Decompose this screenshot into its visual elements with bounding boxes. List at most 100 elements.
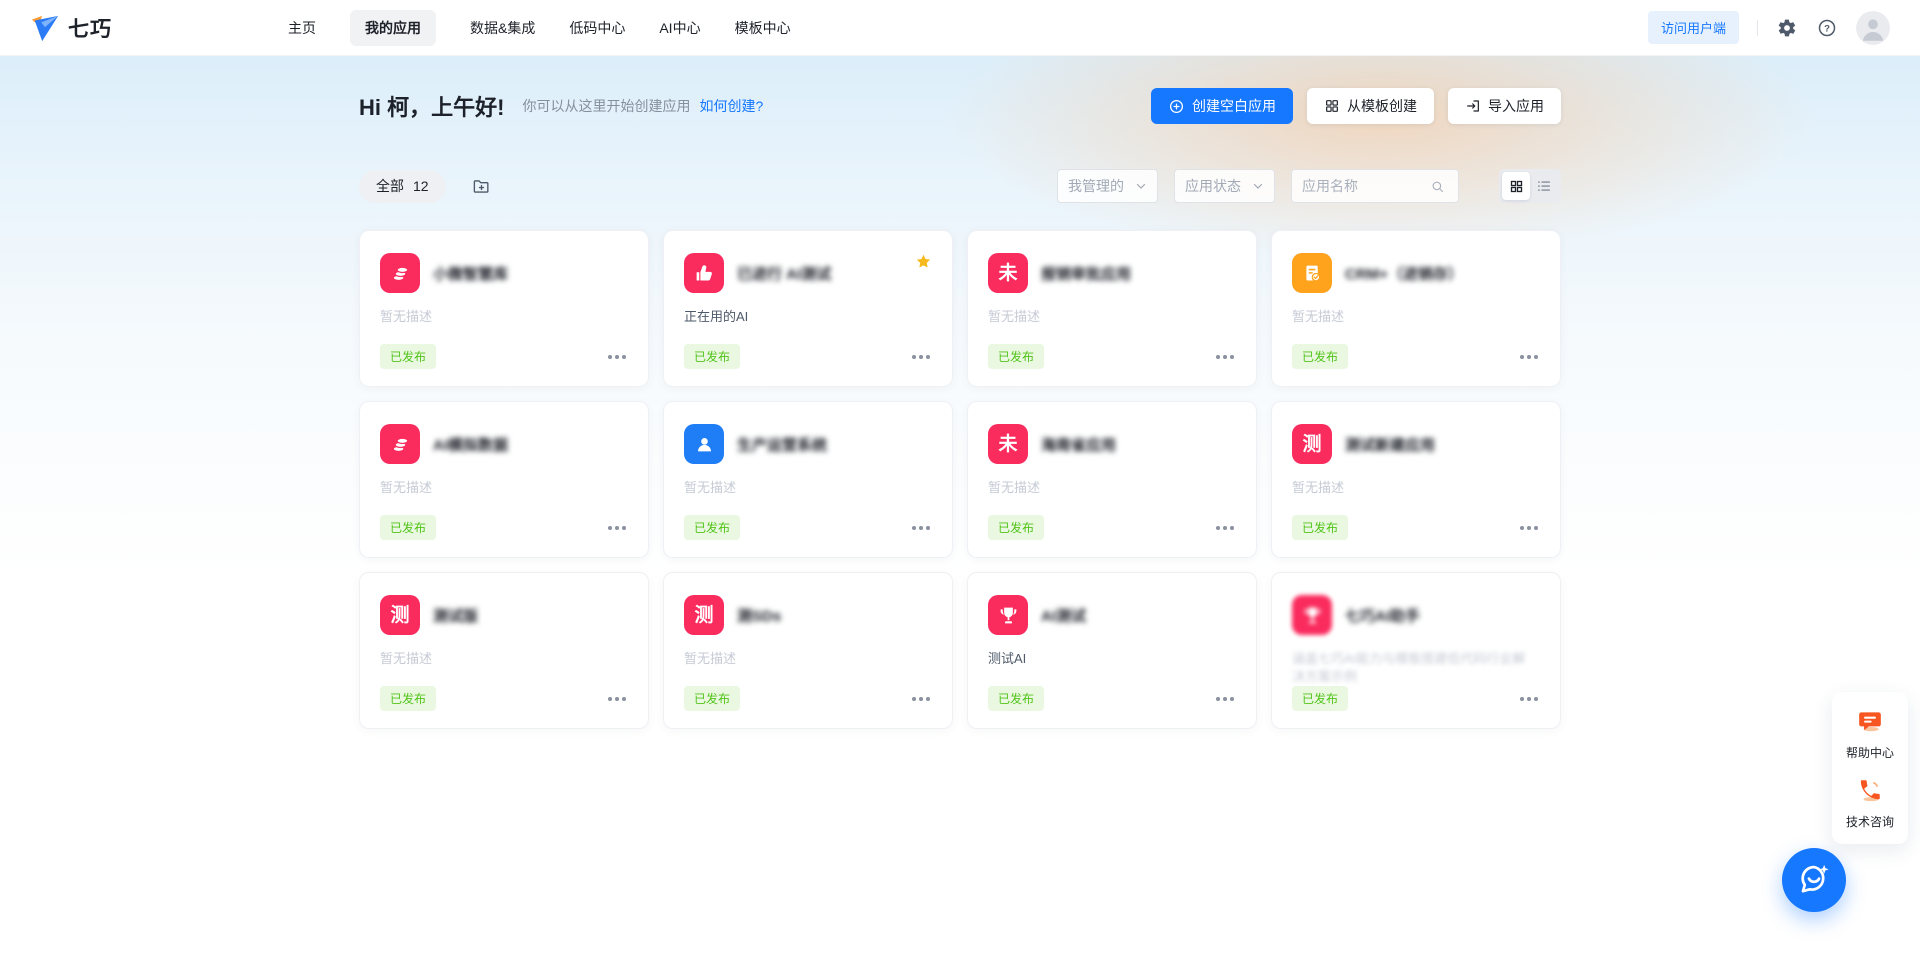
main-nav: 主页我的应用数据&集成低码中心 AI中心模板中心 xyxy=(288,10,791,46)
tech-support-item[interactable]: 技术咨询 xyxy=(1838,777,1902,830)
help-question-icon[interactable]: ? xyxy=(1816,17,1838,39)
app-card-3[interactable]: CRM+（进销存） 暂无描述 已发布 xyxy=(1271,230,1561,387)
grid-view-button[interactable] xyxy=(1502,172,1530,200)
chevron-down-icon xyxy=(1135,180,1147,192)
card-more-button[interactable] xyxy=(1214,522,1236,534)
coins-app-icon xyxy=(380,424,420,464)
template-grid-icon xyxy=(1324,98,1340,114)
card-more-button[interactable] xyxy=(910,693,932,705)
app-card-11[interactable]: 七巧AI助手 涵盖七巧AI能力与模板搭建低代码行业解决方案示例 已发布 xyxy=(1271,572,1561,729)
app-card-1[interactable]: 已进行 AI测试 正在用的AI 已发布 xyxy=(663,230,953,387)
create-blank-app-label: 创建空白应用 xyxy=(1192,96,1276,116)
app-title: 已进行 AI测试 xyxy=(737,263,831,284)
nav-item-3[interactable]: 低码中心 xyxy=(569,10,625,46)
help-center-label: 帮助中心 xyxy=(1838,744,1902,761)
nav-item-1[interactable]: 我的应用 xyxy=(350,10,436,46)
tab-all-apps[interactable]: 全部 12 xyxy=(359,170,446,203)
nav-item-0[interactable]: 主页 xyxy=(288,10,316,46)
nav-item-4[interactable]: AI中心 xyxy=(659,10,700,46)
card-footer: 已发布 xyxy=(380,686,628,711)
card-footer: 已发布 xyxy=(988,515,1236,540)
app-description: 暂无描述 xyxy=(988,479,1236,497)
search-input[interactable] xyxy=(1302,178,1430,194)
card-more-button[interactable] xyxy=(606,522,628,534)
user-avatar[interactable] xyxy=(1856,11,1890,45)
card-more-button[interactable] xyxy=(1214,693,1236,705)
published-status-badge: 已发布 xyxy=(380,686,436,711)
thumb-app-icon xyxy=(684,253,724,293)
greeting-title: Hi 柯，上午好! xyxy=(359,90,504,122)
card-more-button[interactable] xyxy=(606,693,628,705)
card-more-button[interactable] xyxy=(910,351,932,363)
create-from-template-button[interactable]: 从模板创建 xyxy=(1307,88,1434,124)
card-footer: 已发布 xyxy=(684,344,932,369)
chevron-down-icon xyxy=(1252,180,1264,192)
app-card-5[interactable]: 生产运营系统 暂无描述 已发布 xyxy=(663,401,953,558)
card-more-button[interactable] xyxy=(1214,351,1236,363)
app-card-2[interactable]: 未 报销审批应用 暂无描述 已发布 xyxy=(967,230,1257,387)
card-head: 测 测试版 xyxy=(380,595,628,635)
doccheck-app-icon xyxy=(1292,253,1332,293)
list-view-button[interactable] xyxy=(1530,172,1558,200)
settings-gear-icon[interactable] xyxy=(1776,17,1798,39)
char-app-icon: 未 xyxy=(988,424,1028,464)
app-card-0[interactable]: 小微智慧库 暂无描述 已发布 xyxy=(359,230,649,387)
create-from-template-label: 从模板创建 xyxy=(1347,96,1417,116)
all-tab-label: 全部 xyxy=(376,176,404,196)
published-status-badge: 已发布 xyxy=(1292,686,1348,711)
app-logo[interactable]: 七巧 xyxy=(30,13,112,43)
app-card-6[interactable]: 未 海南省应用 暂无描述 已发布 xyxy=(967,401,1257,558)
navbar-divider xyxy=(1757,20,1758,36)
char-app-icon: 测 xyxy=(1292,424,1332,464)
app-card-8[interactable]: 测 测试版 暂无描述 已发布 xyxy=(359,572,649,729)
new-folder-icon[interactable] xyxy=(472,177,491,196)
app-name-search[interactable] xyxy=(1291,169,1459,203)
published-status-badge: 已发布 xyxy=(1292,344,1348,369)
svg-text:?: ? xyxy=(1824,23,1830,34)
help-center-item[interactable]: 帮助中心 xyxy=(1838,708,1902,761)
card-head: CRM+（进销存） xyxy=(1292,253,1540,293)
nav-item-2[interactable]: 数据&集成 xyxy=(470,10,535,46)
chat-bubble-icon xyxy=(1857,708,1883,734)
card-more-button[interactable] xyxy=(1518,351,1540,363)
visit-client-button[interactable]: 访问用户端 xyxy=(1648,11,1739,44)
card-footer: 已发布 xyxy=(988,686,1236,711)
greeting-subtitle: 你可以从这里开始创建应用 xyxy=(522,96,690,116)
card-footer: 已发布 xyxy=(684,515,932,540)
toolbar-filters: 我管理的 应用状态 xyxy=(1057,169,1561,203)
ai-assistant-fab[interactable] xyxy=(1782,848,1846,912)
app-card-10[interactable]: AI测试 测试AI 已发布 xyxy=(967,572,1257,729)
app-card-7[interactable]: 测 测试新建应用 暂无描述 已发布 xyxy=(1271,401,1561,558)
app-description: 暂无描述 xyxy=(1292,308,1540,326)
card-footer: 已发布 xyxy=(988,344,1236,369)
card-footer: 已发布 xyxy=(1292,686,1540,711)
star-icon[interactable] xyxy=(915,253,932,275)
create-blank-app-button[interactable]: 创建空白应用 xyxy=(1151,88,1293,124)
status-filter-select[interactable]: 应用状态 xyxy=(1174,169,1275,203)
import-app-button[interactable]: 导入应用 xyxy=(1448,88,1561,124)
published-status-badge: 已发布 xyxy=(380,344,436,369)
view-mode-toggle xyxy=(1499,169,1561,203)
app-title: 小微智慧库 xyxy=(433,263,508,284)
char-app-icon: 测 xyxy=(684,595,724,635)
import-app-label: 导入应用 xyxy=(1488,96,1544,116)
card-more-button[interactable] xyxy=(1518,522,1540,534)
card-head: 未 报销审批应用 xyxy=(988,253,1236,293)
app-card-4[interactable]: AI模拟数据 暂无描述 已发布 xyxy=(359,401,649,558)
card-head: 测 测试新建应用 xyxy=(1292,424,1540,464)
card-head: AI模拟数据 xyxy=(380,424,628,464)
app-description: 暂无描述 xyxy=(684,479,932,497)
how-to-create-link[interactable]: 如何创建? xyxy=(699,96,763,116)
owner-filter-select[interactable]: 我管理的 xyxy=(1057,169,1158,203)
published-status-badge: 已发布 xyxy=(988,686,1044,711)
app-card-9[interactable]: 测 测SDs 暂无描述 已发布 xyxy=(663,572,953,729)
card-head: AI测试 xyxy=(988,595,1236,635)
card-more-button[interactable] xyxy=(910,522,932,534)
card-footer: 已发布 xyxy=(380,344,628,369)
card-more-button[interactable] xyxy=(606,351,628,363)
card-footer: 已发布 xyxy=(380,515,628,540)
nav-item-5[interactable]: 模板中心 xyxy=(735,10,791,46)
char-app-icon: 测 xyxy=(380,595,420,635)
card-more-button[interactable] xyxy=(1518,693,1540,705)
app-title: 生产运营系统 xyxy=(737,434,827,455)
